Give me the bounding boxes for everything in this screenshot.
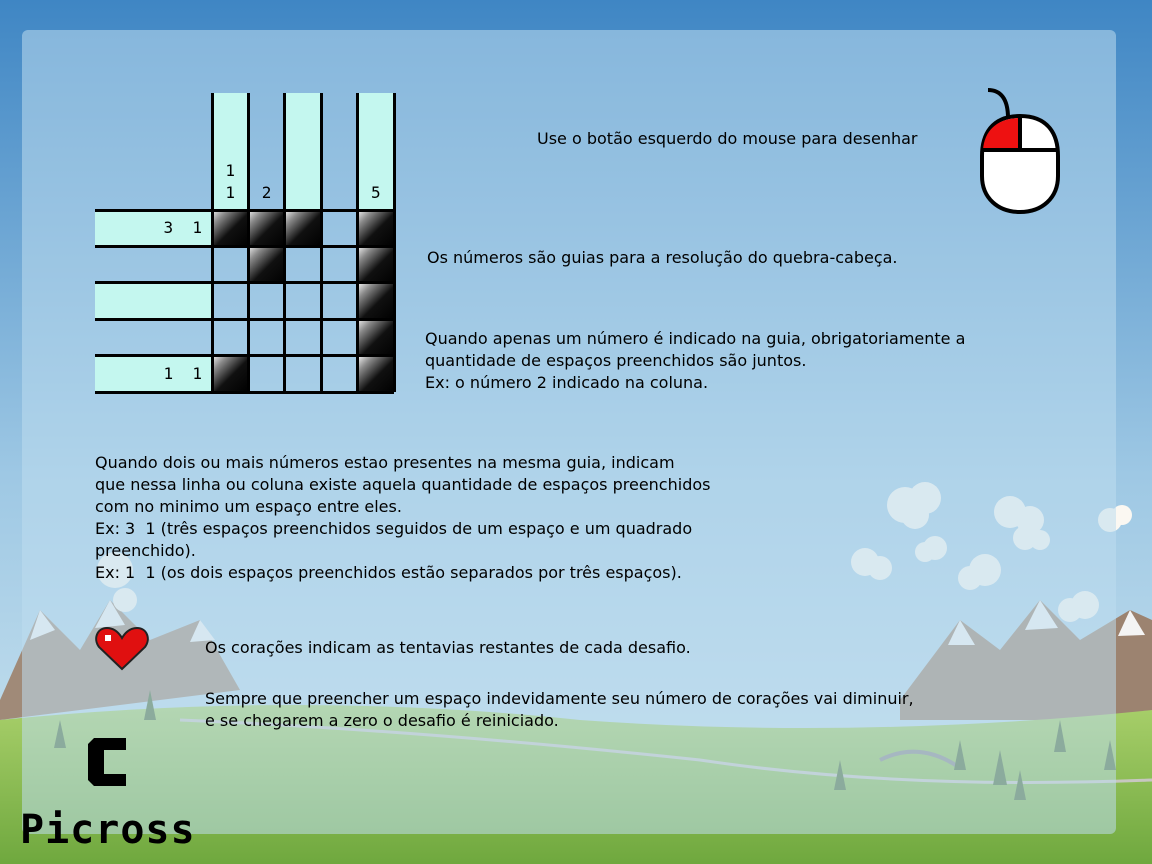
mouse-instruction: Use o botão esquerdo do mouse para desen… <box>537 129 918 148</box>
mouse-left-click-icon <box>980 88 1060 215</box>
multi-number-instruction: Quando dois ou mais números estao presen… <box>95 453 711 582</box>
logo-wordmark: Picross <box>20 807 196 853</box>
penalty-instruction: Sempre que preencher um espaço indevidam… <box>205 689 914 730</box>
hearts-instruction: Os corações indicam as tentavias restant… <box>205 638 691 657</box>
heart-icon <box>95 626 149 671</box>
logo-c-mark: C <box>88 738 126 786</box>
numbers-instruction: Os números são guias para a resolução do… <box>427 248 898 267</box>
single-number-instruction: Quando apenas um número é indicado na gu… <box>425 329 966 392</box>
